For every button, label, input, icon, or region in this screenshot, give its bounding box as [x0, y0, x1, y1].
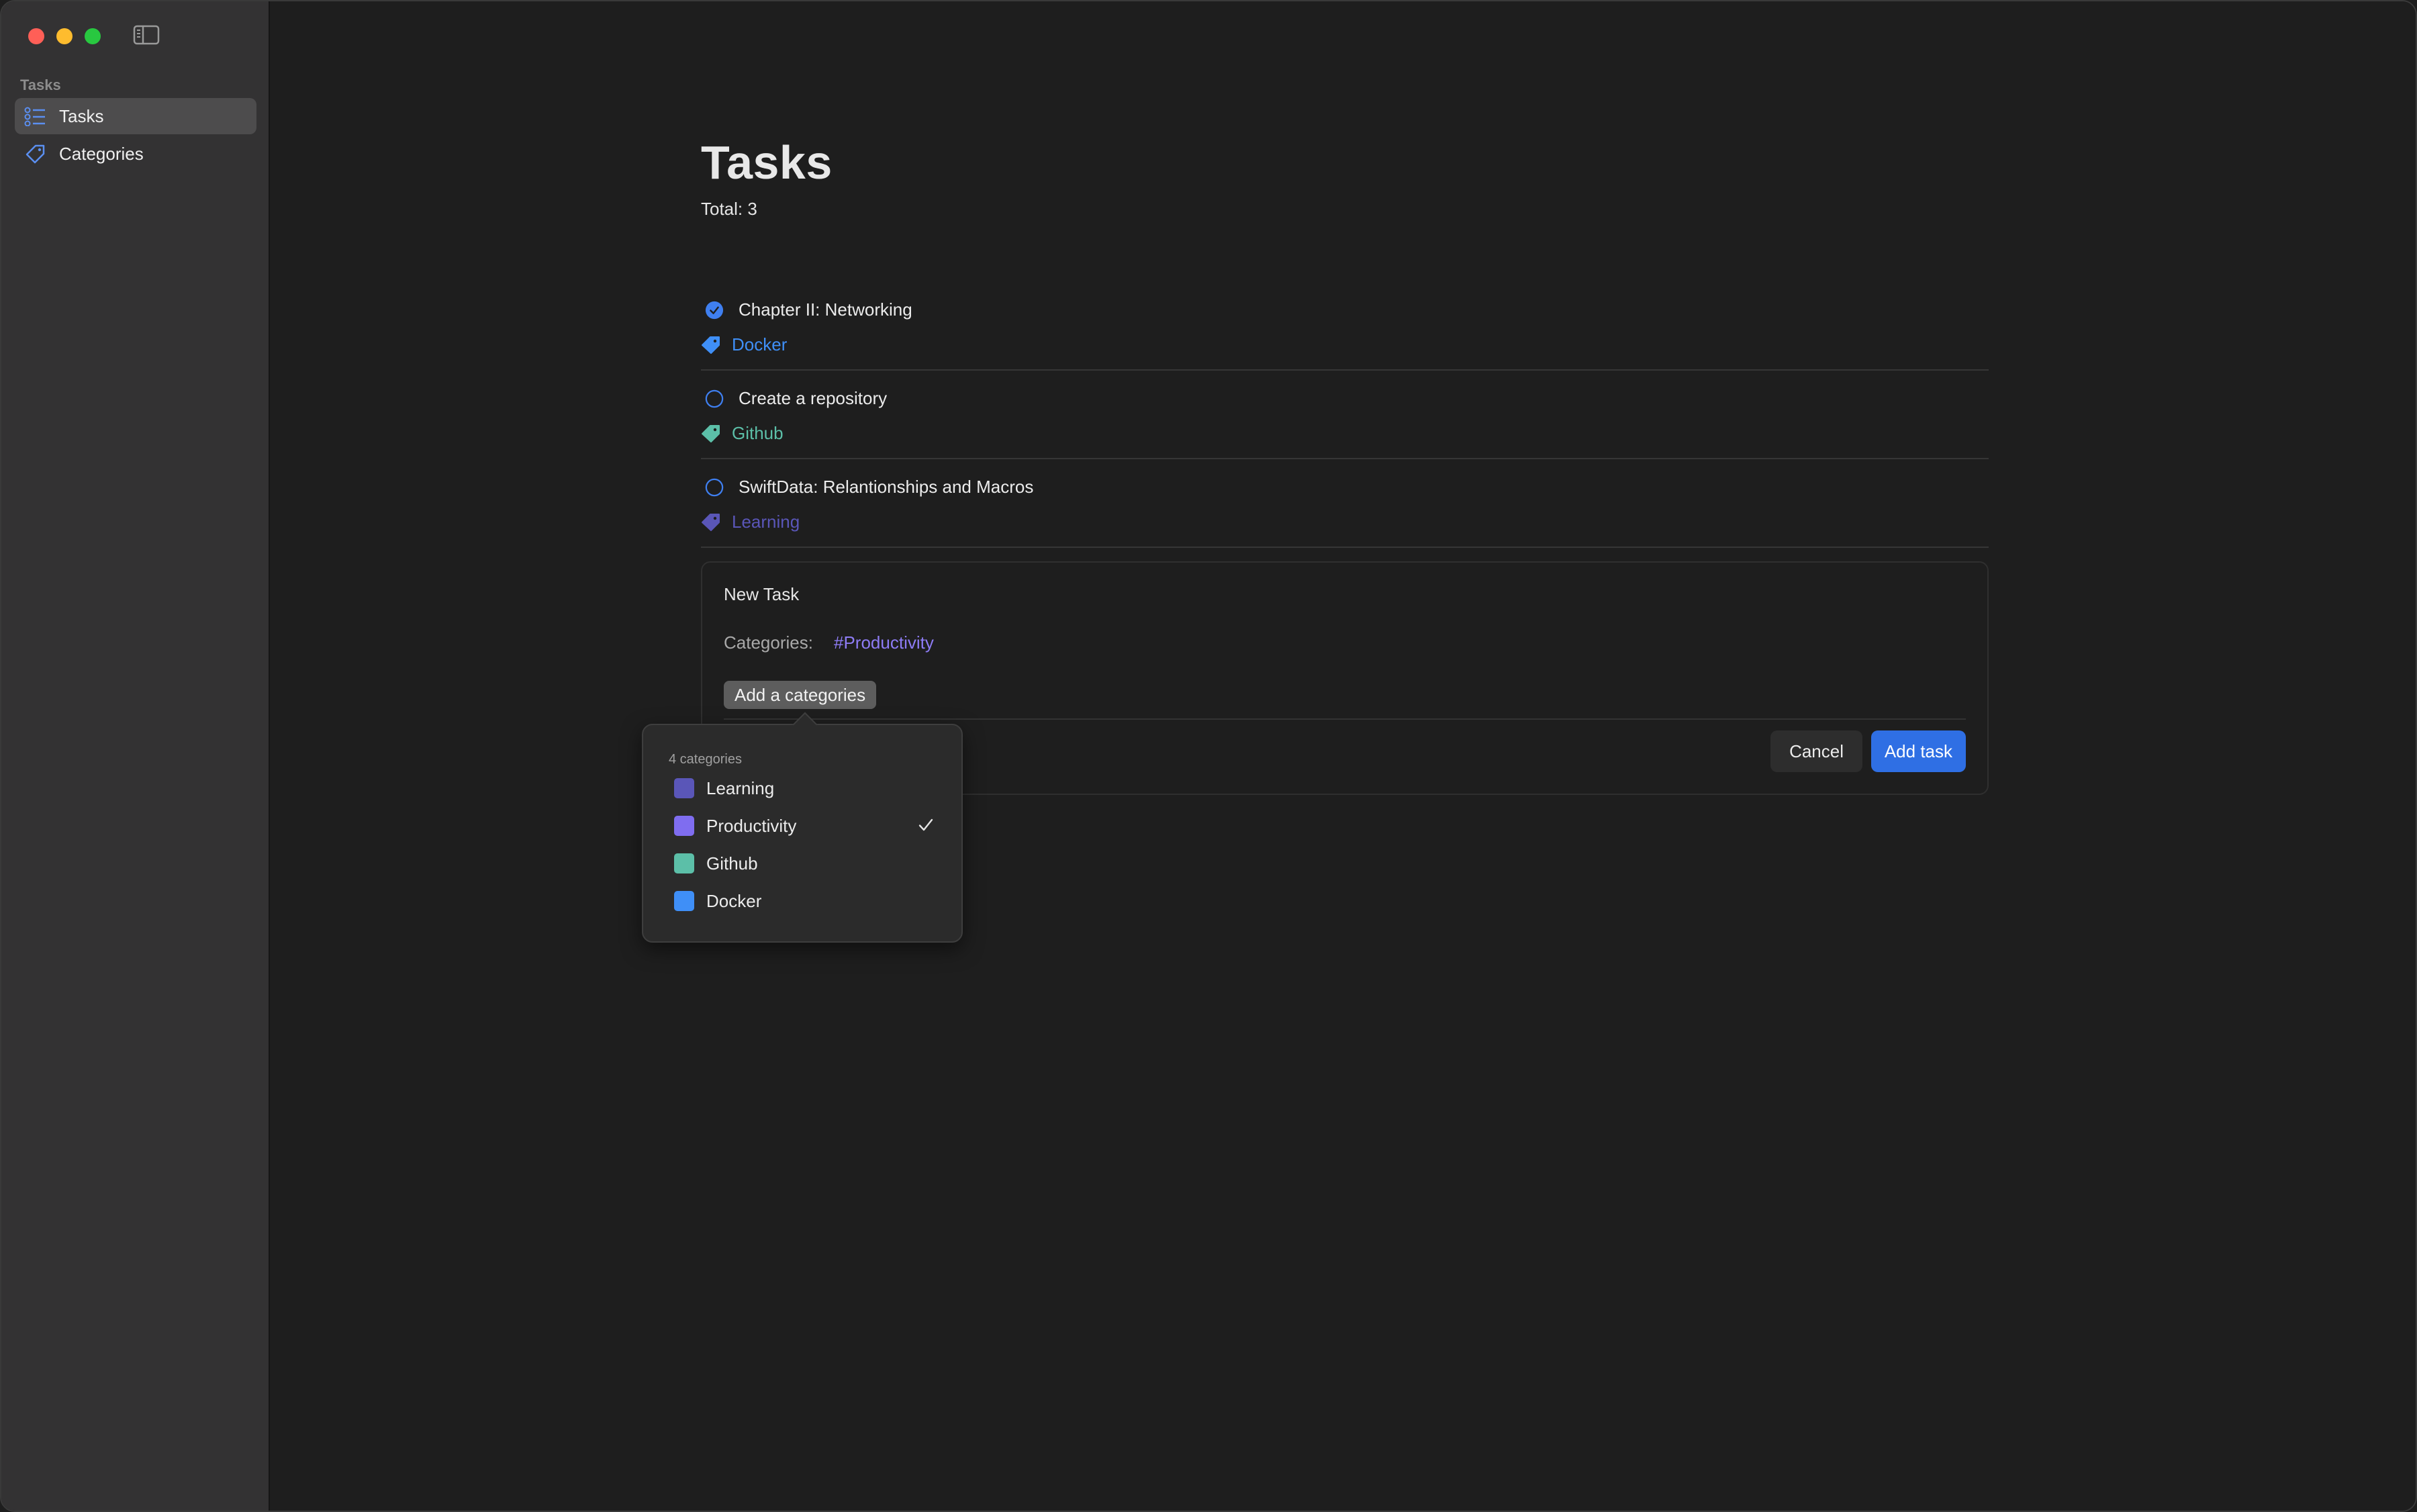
app-window: Tasks Tasks Categories Tasks Total: 3 Ch… [0, 0, 2417, 1512]
checkmark-icon [916, 815, 936, 835]
color-swatch [674, 816, 694, 836]
minimize-window-button[interactable] [56, 28, 73, 44]
tag-icon [24, 144, 47, 164]
tag-filled-icon [701, 512, 721, 532]
cancel-button[interactable]: Cancel [1770, 730, 1862, 772]
category-option-learning[interactable]: Learning [674, 775, 936, 802]
task-title-line: Create a repository [701, 388, 887, 409]
add-task-button[interactable]: Add task [1870, 730, 1966, 772]
category-option-label: Productivity [706, 815, 797, 836]
task-title: Chapter II: Networking [739, 299, 912, 320]
category-option-github[interactable]: Github [674, 850, 936, 877]
divider [724, 718, 1966, 720]
task-row: Create a repository Github [701, 372, 1989, 459]
window-controls [28, 28, 101, 44]
sidebar-item-label: Tasks [59, 105, 104, 126]
sidebar: Tasks Tasks Categories [1, 1, 270, 1511]
sidebar-item-label: Categories [59, 143, 144, 164]
color-swatch [674, 778, 694, 798]
selected-categories: #Productivity [834, 632, 934, 653]
category-option-productivity[interactable]: Productivity [674, 812, 936, 839]
sidebar-item-tasks[interactable]: Tasks [15, 98, 256, 134]
task-title-line: SwiftData: Relantionships and Macros [701, 477, 1033, 498]
category-option-label: Github [706, 853, 758, 873]
sidebar-item-categories[interactable]: Categories [15, 136, 256, 172]
checkmark-circle-filled-icon[interactable] [705, 301, 724, 320]
maximize-window-button[interactable] [85, 28, 101, 44]
task-row: SwiftData: Relantionships and Macros Lea… [701, 461, 1989, 548]
color-swatch [674, 853, 694, 873]
main-content: Tasks Total: 3 Chapter II: Networking Do… [270, 1, 2416, 1511]
task-title: Create a repository [739, 388, 888, 408]
task-category-label: Learning [732, 512, 800, 532]
color-swatch [674, 891, 694, 911]
sidebar-section-title: Tasks [20, 77, 61, 93]
tag-filled-icon [701, 424, 721, 444]
task-row: Chapter II: Networking Docker [701, 283, 1989, 371]
task-title: SwiftData: Relantionships and Macros [739, 477, 1034, 497]
empty-circle-icon[interactable] [705, 389, 724, 408]
new-task-title-field[interactable]: New Task [724, 584, 799, 605]
categories-label: Categories: [724, 632, 813, 653]
category-option-label: Learning [706, 777, 775, 798]
empty-circle-icon[interactable] [705, 478, 724, 497]
task-category: Docker [701, 334, 787, 355]
page-title: Tasks [701, 136, 833, 189]
task-total: Total: 3 [701, 199, 757, 219]
task-category-label: Docker [732, 334, 788, 355]
task-category: Github [701, 423, 784, 444]
add-category-button[interactable]: Add a categories [724, 681, 877, 709]
category-count: 4 categories [669, 752, 742, 767]
category-popover: 4 categories Learning Productivity Githu… [642, 712, 963, 943]
sidebar-toggle-icon[interactable] [133, 24, 160, 46]
task-category-label: Github [732, 423, 784, 443]
task-title-line: Chapter II: Networking [701, 299, 912, 320]
category-option-docker[interactable]: Docker [674, 888, 936, 914]
category-option-label: Docker [706, 890, 762, 911]
task-category: Learning [701, 512, 800, 532]
tag-filled-icon [701, 335, 721, 355]
close-window-button[interactable] [28, 28, 44, 44]
checklist-icon [24, 106, 47, 126]
